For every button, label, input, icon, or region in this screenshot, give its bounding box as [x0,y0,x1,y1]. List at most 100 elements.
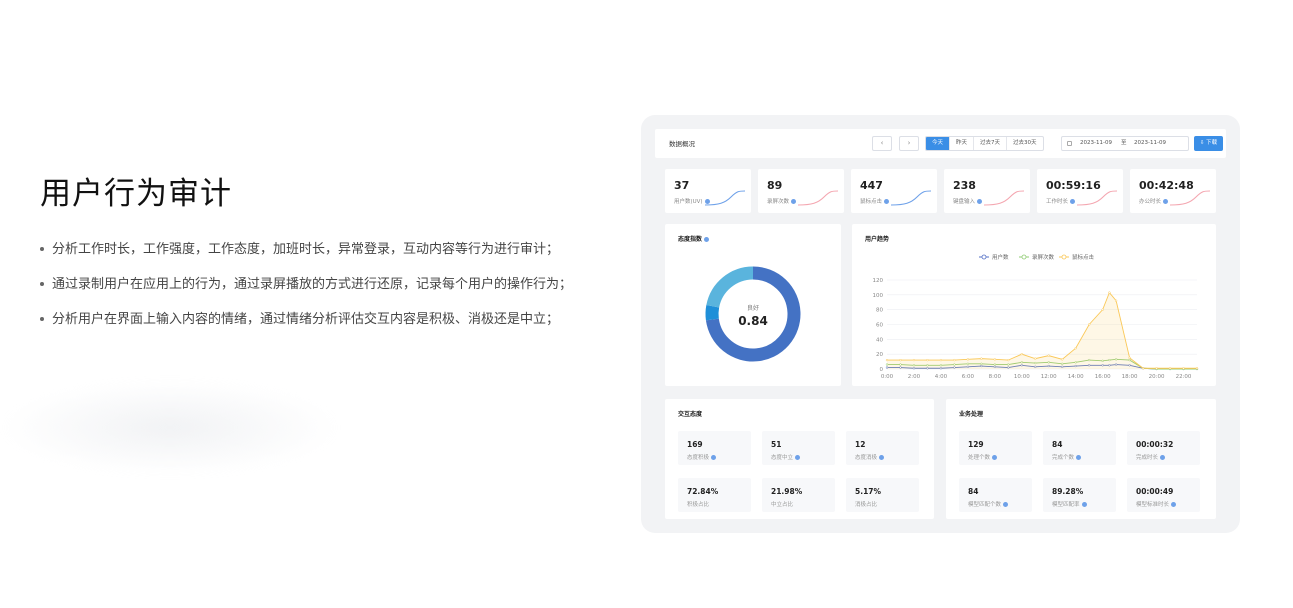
legend-marker [1021,254,1027,260]
x-tick-label: 12:00 [1041,374,1057,380]
prev-date-button[interactable]: ‹ [872,136,892,151]
info-icon[interactable] [1081,502,1087,507]
donut-center-value: 0.84 [738,314,768,328]
download-button[interactable]: ⇩ 下载 [1194,136,1223,151]
legend-label[interactable]: 鼠标点击 [1072,253,1095,261]
data-point [1141,367,1145,370]
data-point [1061,358,1064,361]
data-point [1128,356,1131,360]
legend-marker [1061,254,1067,260]
metric-tile: 89.28% 模型匹配率 [1043,478,1116,512]
data-point [912,358,916,362]
y-tick-label: 20 [876,352,883,358]
info-icon[interactable] [791,199,797,204]
x-tick-label: 0:00 [881,374,894,380]
data-point [980,357,983,360]
stat-card: 37 用户数(UV) [665,169,751,213]
info-icon[interactable] [1070,199,1076,204]
data-point [1007,358,1010,362]
tab-last-30-days[interactable]: 过去30天 [1006,137,1043,150]
info-icon[interactable] [1163,199,1169,204]
metric-value: 00:00:49 [1136,487,1174,496]
info-icon[interactable] [1171,502,1177,507]
metric-value: 51 [771,440,782,449]
stat-label: 键盘输入 [953,197,983,205]
metric-label: 积极占比 [687,502,710,508]
data-point [1182,367,1185,370]
data-point [953,358,956,362]
attitude-index-card: 态度指数 良好 0.84 [665,224,841,386]
data-point [966,358,970,361]
info-icon[interactable] [977,199,983,204]
x-tick-label: 20:00 [1149,374,1165,380]
attitude-donut-chart: 良好 0.84 [705,266,801,362]
metric-label: 完成个数 [1052,453,1082,461]
metric-label: 态度中立 [771,453,801,461]
tab-today[interactable]: 今天 [926,137,950,150]
x-tick-label: 22:00 [1176,374,1192,380]
metric-tile: 51 态度中立 [762,431,835,465]
y-tick-label: 0 [880,367,884,373]
info-icon[interactable] [795,455,801,460]
tab-yesterday[interactable]: 昨天 [949,137,973,150]
sparkline [705,190,745,206]
stat-card: 00:59:16 工作时长 [1037,169,1123,213]
metric-value: 72.84% [687,487,719,496]
x-tick-label: 14:00 [1068,374,1084,380]
metric-tile: 84 模型匹配个数 [959,478,1032,512]
donut-center-label: 良好 [747,304,759,312]
metric-label: 模型匹配个数 [968,500,1009,508]
date-range-picker[interactable]: 2023-11-09 至 2023-11-09 [1061,136,1189,151]
info-icon[interactable] [711,455,717,460]
info-icon[interactable] [992,455,998,460]
data-point [1108,291,1111,294]
stat-value: 89 [767,179,783,192]
stat-label: 鼠标点击 [860,197,890,205]
metric-value: 89.28% [1052,487,1084,496]
info-icon[interactable] [1160,455,1166,460]
metric-tile: 12 态度消极 [846,431,919,465]
metric-label: 中立占比 [771,502,794,508]
data-point [926,358,929,362]
next-date-button[interactable]: › [899,136,919,151]
metric-tile: 00:00:32 完成时长 [1127,431,1200,465]
metric-tile: 84 完成个数 [1043,431,1116,465]
interaction-attitude-title: 交互态度 [678,411,703,418]
dashboard-preview-frame: 数据概况 ‹ › 今天 昨天 过去7天 过去30天 2023-11-09 至 2… [641,115,1240,533]
info-icon[interactable] [879,455,885,460]
info-icon[interactable] [1003,502,1009,507]
data-point [1195,367,1199,370]
date-from: 2023-11-09 [1080,140,1112,146]
user-trend-card: 用户趋势 0 20 40 60 80 100 120 0:00 2:00 4:00 6:00 8:00… [852,224,1216,386]
data-point [1034,357,1037,360]
metric-value: 12 [855,440,866,449]
sparkline [1170,190,1210,206]
donut-slice [705,305,720,321]
legend-marker [981,254,987,260]
metric-value: 5.17% [855,487,882,496]
metric-value: 21.98% [771,487,803,496]
stat-card: 00:42:48 办公时长 [1130,169,1216,213]
stat-label: 办公时长 [1139,197,1169,205]
stat-value: 447 [860,179,883,192]
dashboard-title: 数据概况 [669,140,695,148]
metric-label: 消极占比 [855,502,878,508]
x-tick-label: 6:00 [962,374,975,380]
date-range-tabs: 今天 昨天 过去7天 过去30天 [925,136,1044,151]
legend-label[interactable]: 录屏次数 [1032,253,1055,261]
tab-last-7-days[interactable]: 过去7天 [973,137,1006,150]
x-tick-label: 2:00 [908,374,921,380]
metric-value: 84 [968,487,979,496]
metric-label: 态度消极 [855,453,885,461]
data-point [1155,367,1158,370]
metric-tile: 5.17% 消极占比 [846,478,919,512]
info-icon[interactable] [1076,455,1082,460]
metric-label: 态度积极 [687,453,717,461]
sparkline [798,190,838,206]
legend-label[interactable]: 用户数 [992,253,1009,261]
stat-card: 447 鼠标点击 [851,169,937,213]
info-icon[interactable] [884,199,890,204]
data-point [1088,323,1091,326]
y-tick-label: 40 [876,337,883,343]
feature-item: 通过录制用户在应用上的行为，通过录屏播放的方式进行还原，记录每个用户的操作行为； [40,267,600,302]
